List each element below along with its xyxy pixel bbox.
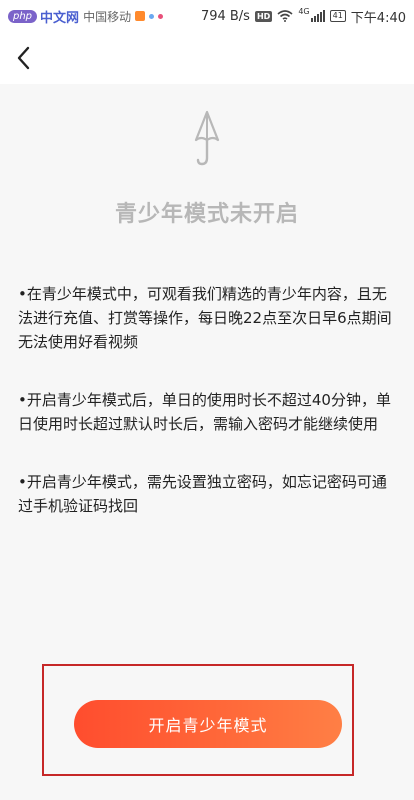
umbrella-icon [194,110,220,166]
signal-icon [310,10,325,22]
info-item: •开启青少年模式，需先设置独立密码，如忘记密码可通过手机验证码找回 [18,470,398,518]
nav-bar [0,32,414,84]
net-speed: 794 B/s [200,8,250,24]
bullet-marker: • [18,391,27,409]
page-title: 青少年模式未开启 [114,202,299,227]
notification-dot-icon [158,13,164,19]
bullet-marker: • [18,473,27,491]
info-text: 开启青少年模式，需先设置独立密码，如忘记密码可通过手机验证码找回 [18,473,387,515]
carrier-name: 中国移动 [83,9,132,24]
chevron-left-icon [17,46,30,70]
battery-icon: 41 [329,10,346,22]
info-item: •开启青少年模式后，单日的使用时长不超过40分钟，单日使用时长超过默认时长后，需… [18,388,398,436]
status-right: 794 B/s HD 4G 41 下午4:40 [201,7,406,26]
wifi-icon [277,10,293,22]
info-text: 开启青少年模式后，单日的使用时长不超过40分钟，单日使用时长超过默认时长后，需输… [18,391,391,433]
status-left: php 中文网 中国移动 [8,7,164,26]
watermark-badge: php [8,9,38,23]
watermark-logo: php 中文网 [8,7,79,26]
info-item: •在青少年模式中，可观看我们精选的青少年内容，且无法进行充值、打赏等操作，每日晚… [18,282,398,354]
notification-dot-icon [149,13,155,19]
network-type: 4G [298,6,310,16]
watermark-text: 中文网 [40,10,80,26]
info-text: 在青少年模式中，可观看我们精选的青少年内容，且无法进行充值、打赏等操作，每日晚2… [18,285,392,351]
enable-teen-mode-button[interactable]: 开启青少年模式 [74,700,342,748]
hd-icon: HD [254,10,273,22]
clock: 下午4:40 [350,10,406,26]
status-bar: php 中文网 中国移动 794 B/s HD 4G 41 下午4:40 [0,0,414,32]
bullet-marker: • [18,285,27,303]
info-list: •在青少年模式中，可观看我们精选的青少年内容，且无法进行充值、打赏等操作，每日晚… [18,282,398,552]
back-button[interactable] [12,44,38,72]
notification-icon [135,11,146,21]
